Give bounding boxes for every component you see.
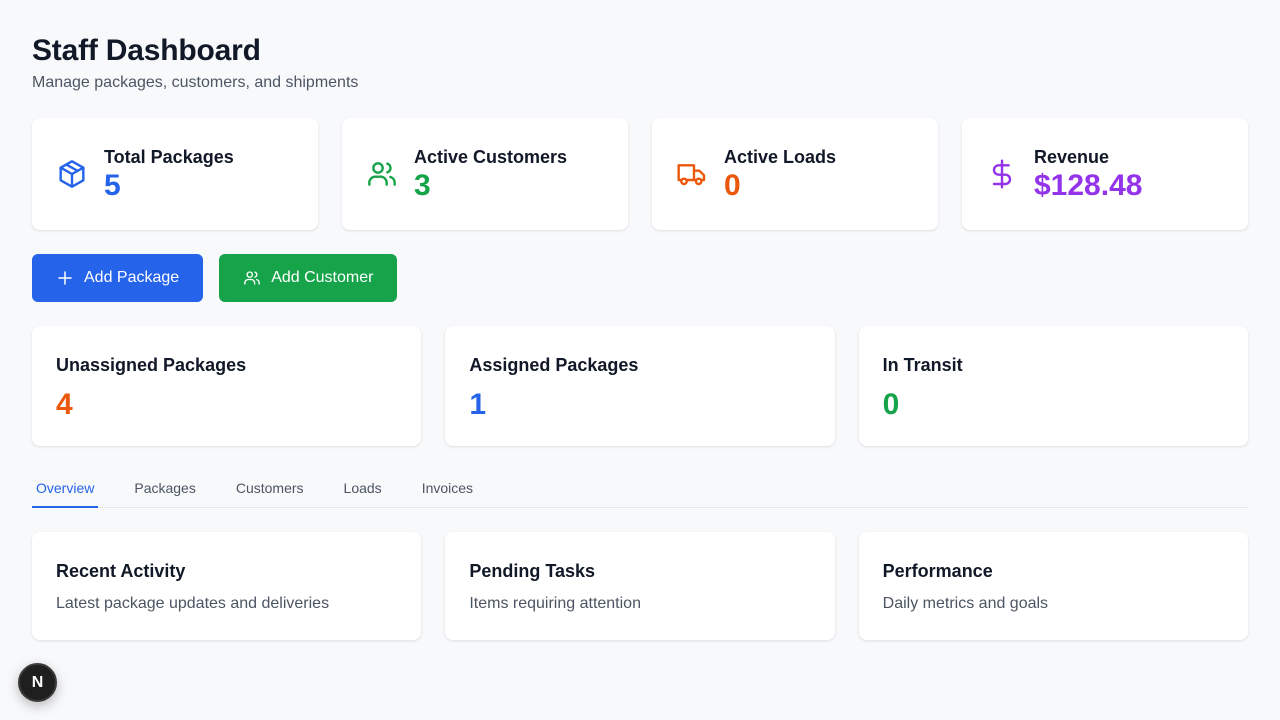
page-title: Staff Dashboard (32, 34, 261, 67)
summary-value: 1 (469, 388, 487, 421)
performance-panel: Performance Daily metrics and goals (858, 532, 1248, 640)
stat-label: Active Customers (414, 147, 568, 167)
add-customer-label: Add Customer (271, 269, 374, 286)
tab-customers[interactable]: Customers (232, 476, 308, 508)
stat-value: 3 (414, 169, 431, 202)
summary-card-in-transit: In Transit 0 (858, 326, 1248, 446)
summary-label: Unassigned Packages (56, 355, 247, 375)
stat-card-total-packages: Total Packages 5 (32, 118, 318, 230)
panel-title: Recent Activity (56, 561, 186, 581)
add-customer-button[interactable]: Add Customer (219, 254, 398, 302)
tab-overview[interactable]: Overview (32, 476, 99, 508)
overview-panels: Recent Activity Latest package updates a… (32, 532, 1248, 640)
stats-row: Total Packages 5 Active Customers 3 Acti… (32, 118, 1248, 230)
dashboard-page: Staff Dashboard Manage packages, custome… (0, 0, 1280, 640)
panel-title: Performance (882, 561, 993, 581)
summary-value: 4 (56, 388, 73, 421)
nextjs-dev-badge[interactable]: N (18, 663, 57, 702)
page-subtitle: Manage packages, customers, and shipment… (32, 74, 359, 91)
stat-value: $128.48 (1034, 169, 1143, 202)
dollar-icon (986, 158, 1018, 190)
summary-card-unassigned: Unassigned Packages 4 (32, 326, 422, 446)
panel-description: Latest package updates and deliveries (56, 595, 330, 612)
plus-icon (58, 271, 72, 285)
stat-label: Active Loads (724, 147, 837, 167)
stat-card-revenue: Revenue $128.48 (962, 118, 1248, 230)
summary-label: In Transit (882, 355, 963, 375)
stat-card-active-customers: Active Customers 3 (342, 118, 628, 230)
tab-invoices[interactable]: Invoices (418, 476, 477, 508)
summary-card-assigned: Assigned Packages 1 (445, 326, 835, 446)
recent-activity-panel: Recent Activity Latest package updates a… (32, 532, 422, 640)
stat-value: 5 (104, 169, 121, 202)
package-icon (56, 158, 88, 190)
tab-bar: Overview Packages Customers Loads Invoic… (32, 476, 1248, 508)
pending-tasks-panel: Pending Tasks Items requiring attention (445, 532, 835, 640)
tab-loads[interactable]: Loads (340, 476, 386, 508)
panel-title: Pending Tasks (469, 561, 596, 581)
panel-description: Daily metrics and goals (882, 595, 1049, 612)
users-icon (366, 158, 398, 190)
users-icon (244, 271, 260, 285)
add-package-button[interactable]: Add Package (32, 254, 204, 302)
summary-value: 0 (882, 388, 900, 421)
stat-value: 0 (724, 169, 741, 202)
panel-description: Items requiring attention (469, 595, 641, 612)
summary-label: Assigned Packages (469, 355, 639, 375)
add-package-label: Add Package (84, 269, 180, 286)
stat-label: Total Packages (104, 147, 234, 167)
stat-card-active-loads: Active Loads 0 (652, 118, 938, 230)
truck-icon (676, 158, 708, 190)
package-summary-row: Unassigned Packages 4 Assigned Packages … (32, 326, 1248, 446)
tab-packages[interactable]: Packages (130, 476, 199, 508)
action-buttons: Add Package Add Customer (32, 254, 1248, 302)
nextjs-logo-icon: N (31, 673, 44, 691)
stat-label: Revenue (1034, 147, 1110, 167)
